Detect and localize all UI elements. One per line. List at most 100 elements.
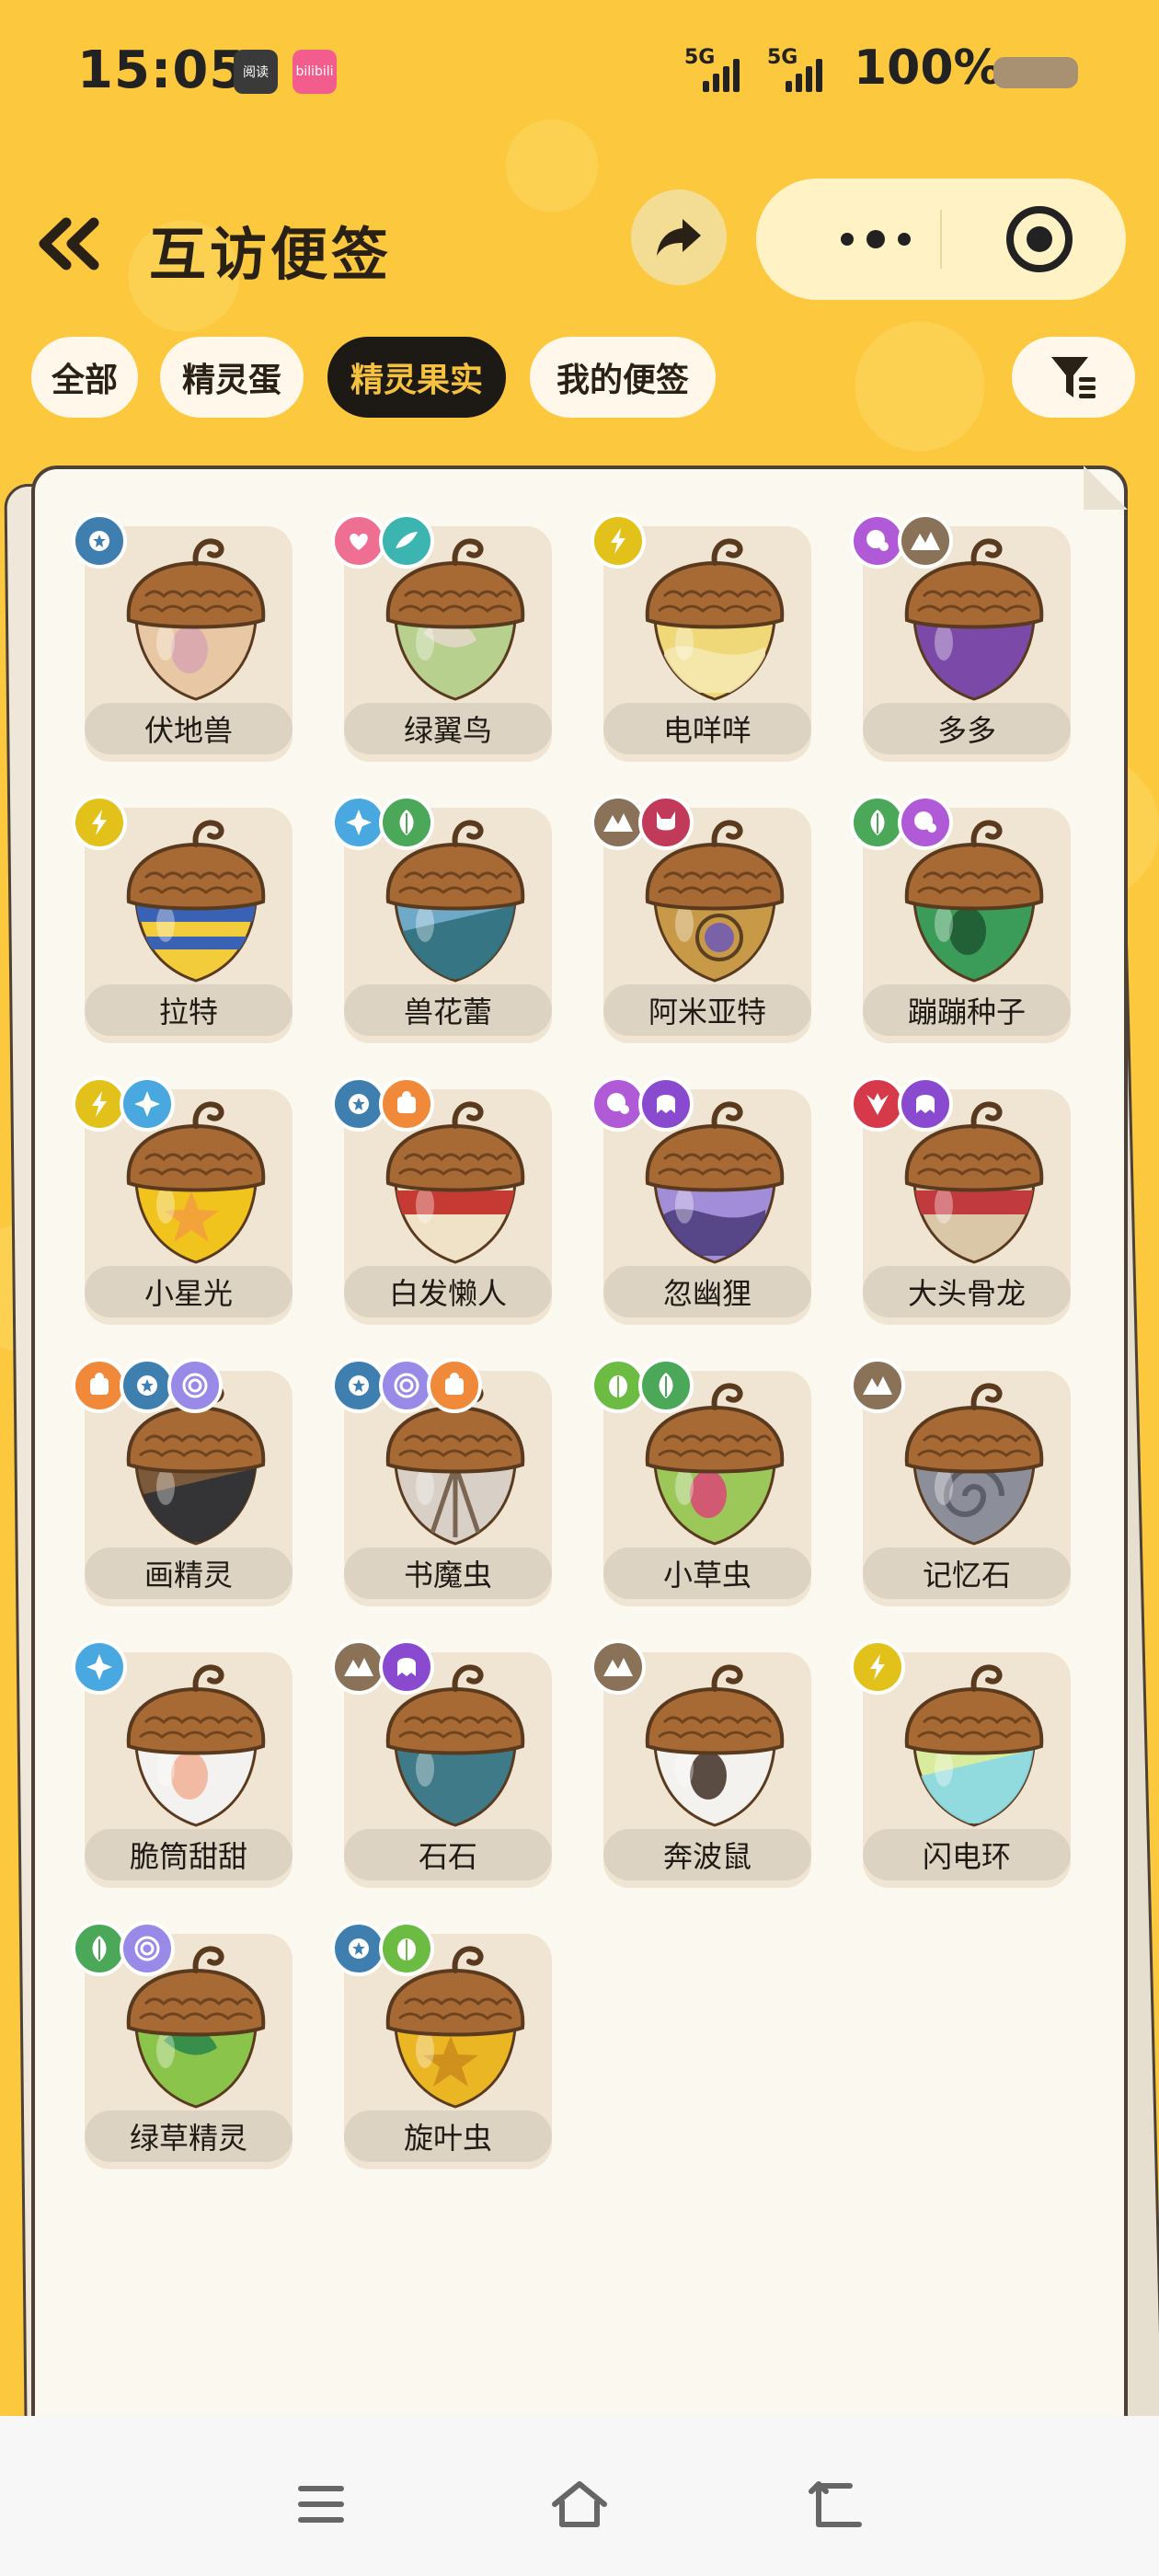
fruit-name: 电咩咩 <box>603 703 811 754</box>
fruit-name: 多多 <box>863 703 1071 754</box>
fruit-name: 阿米亚特 <box>603 984 811 1036</box>
filter-button[interactable] <box>1012 337 1135 418</box>
fire-type-icon <box>427 1358 482 1413</box>
wing-type-icon <box>379 513 434 569</box>
fruit-name: 兽花蕾 <box>344 984 552 1036</box>
fire-type-icon <box>379 1076 434 1132</box>
fruit-name: 小草虫 <box>603 1547 811 1599</box>
bug-type-icon <box>591 1358 646 1413</box>
fruit-card[interactable]: 画精灵 <box>72 1358 293 1606</box>
status-time: 15:05 <box>77 40 247 100</box>
fruit-card[interactable]: 旋叶虫 <box>331 1921 552 2169</box>
battery-icon <box>993 57 1078 88</box>
fruit-card[interactable]: 电咩咩 <box>591 513 811 762</box>
electric-type-icon <box>72 1076 127 1132</box>
fruit-card[interactable]: 大头骨龙 <box>850 1076 1071 1325</box>
tab-fruits[interactable]: 精灵果实 <box>327 337 506 418</box>
type-badges <box>331 795 434 850</box>
fruit-name: 画精灵 <box>85 1547 293 1599</box>
normal-type-icon <box>331 1358 386 1413</box>
ice-type-icon <box>120 1076 175 1132</box>
fruit-card[interactable]: 闪电环 <box>850 1639 1071 1888</box>
acorn-fruit-icon <box>126 820 266 983</box>
type-badges <box>331 1358 482 1413</box>
spirit-type-icon <box>898 1076 953 1132</box>
fruit-card[interactable]: 记忆石 <box>850 1358 1071 1606</box>
fruit-card[interactable]: 小草虫 <box>591 1358 811 1606</box>
fruit-card[interactable]: 白发懒人 <box>331 1076 552 1325</box>
spirit-type-icon <box>638 1076 694 1132</box>
more-dots-icon <box>866 230 885 248</box>
grass-type-icon <box>72 1921 127 1976</box>
fruit-card[interactable]: 忽幽狸 <box>591 1076 811 1325</box>
type-badges <box>331 513 434 569</box>
fruit-card[interactable]: 小星光 <box>72 1076 293 1325</box>
fruit-card[interactable]: 绿草精灵 <box>72 1921 293 2169</box>
header-bar: 互访便签 <box>0 166 1159 313</box>
ground-type-icon <box>591 1639 646 1695</box>
tab-all[interactable]: 全部 <box>31 337 138 418</box>
acorn-fruit-icon <box>904 1664 1044 1827</box>
ice-type-icon <box>331 795 386 850</box>
grass-type-icon <box>850 795 905 850</box>
type-badges <box>72 1921 175 1976</box>
type-badges <box>331 1921 434 1976</box>
fruit-name: 蹦蹦种子 <box>863 984 1071 1036</box>
type-badges <box>850 1358 905 1413</box>
home-icon[interactable] <box>547 2477 612 2532</box>
fruit-card[interactable]: 书魔虫 <box>331 1358 552 1606</box>
normal-type-icon <box>72 513 127 569</box>
cute-type-icon <box>331 513 386 569</box>
back-icon[interactable] <box>806 2477 870 2532</box>
fruit-card[interactable]: 伏地兽 <box>72 513 293 762</box>
fruit-card[interactable]: 阿米亚特 <box>591 795 811 1043</box>
electric-type-icon <box>591 513 646 569</box>
fruit-name: 旋叶虫 <box>344 2110 552 2162</box>
fruit-card[interactable]: 拉特 <box>72 795 293 1043</box>
ghost-type-icon <box>591 1076 646 1132</box>
tab-eggs[interactable]: 精灵蛋 <box>160 337 304 418</box>
fruit-card[interactable]: 奔波鼠 <box>591 1639 811 1888</box>
signal-bars-1-icon <box>703 59 740 92</box>
type-badges <box>850 1639 905 1695</box>
fruit-name: 绿翼鸟 <box>344 703 552 754</box>
normal-type-icon <box>120 1358 175 1413</box>
status-bar: 15:05 阅读 bilibili 5G 5G 100% <box>0 0 1159 138</box>
mini-program-capsule <box>756 178 1126 300</box>
fruit-name: 小星光 <box>85 1266 293 1317</box>
spirit-type-icon <box>379 1639 434 1695</box>
fruit-card[interactable]: 绿翼鸟 <box>331 513 552 762</box>
demon-type-icon <box>638 795 694 850</box>
ghost-type-icon <box>850 513 905 569</box>
type-badges <box>850 1076 953 1132</box>
fruit-card[interactable]: 多多 <box>850 513 1071 762</box>
back-button[interactable] <box>33 212 107 276</box>
type-badges <box>331 1076 434 1132</box>
menu-icon[interactable] <box>289 2477 353 2532</box>
bug-type-icon <box>379 1921 434 1976</box>
fruit-name: 石石 <box>344 1829 552 1880</box>
fruit-name: 忽幽狸 <box>603 1266 811 1317</box>
fruit-name: 记忆石 <box>863 1547 1071 1599</box>
fruit-card[interactable]: 脆筒甜甜 <box>72 1639 293 1888</box>
double-chevron-left-icon <box>39 217 99 270</box>
type-badges <box>591 1358 694 1413</box>
normal-type-icon <box>331 1076 386 1132</box>
share-button[interactable] <box>631 190 727 285</box>
tab-my-notes[interactable]: 我的便签 <box>530 337 716 418</box>
fruit-card[interactable]: 石石 <box>331 1639 552 1888</box>
fruit-card[interactable]: 兽花蕾 <box>331 795 552 1043</box>
filter-icon <box>1051 357 1096 398</box>
fruit-grid: 伏地兽 绿翼鸟 电咩咩 多多 拉特 兽花蕾 阿米亚特 蹦蹦种子 小星光 白发懒人… <box>35 469 1124 2569</box>
share-arrow-icon <box>657 219 701 256</box>
acorn-fruit-icon <box>126 538 266 701</box>
acorn-fruit-icon <box>645 1664 785 1827</box>
system-nav-bar <box>0 2416 1159 2576</box>
reader-app-icon: 阅读 <box>234 50 278 94</box>
notes-card: 伏地兽 绿翼鸟 电咩咩 多多 拉特 兽花蕾 阿米亚特 蹦蹦种子 小星光 白发懒人… <box>31 466 1128 2572</box>
more-button[interactable] <box>811 178 940 300</box>
electric-type-icon <box>850 1639 905 1695</box>
target-icon[interactable] <box>1003 202 1076 276</box>
fruit-name: 白发懒人 <box>344 1266 552 1317</box>
fruit-card[interactable]: 蹦蹦种子 <box>850 795 1071 1043</box>
